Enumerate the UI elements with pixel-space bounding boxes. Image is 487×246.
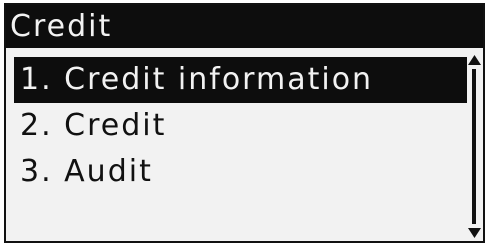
menu-item-audit[interactable]: 3. Audit <box>14 149 467 195</box>
scrollbar[interactable] <box>468 55 481 238</box>
menu-item-credit[interactable]: 2. Credit <box>14 103 467 149</box>
scrollbar-track[interactable] <box>472 69 476 224</box>
screen-title: Credit <box>6 5 483 48</box>
arrow-down-icon[interactable] <box>468 226 481 238</box>
arrow-up-icon[interactable] <box>468 55 481 67</box>
lcd-screen: Credit 1. Credit information 2. Credit 3… <box>4 3 485 243</box>
menu-item-credit-information[interactable]: 1. Credit information <box>14 57 467 103</box>
menu-list: 1. Credit information 2. Credit 3. Audit <box>14 57 467 195</box>
